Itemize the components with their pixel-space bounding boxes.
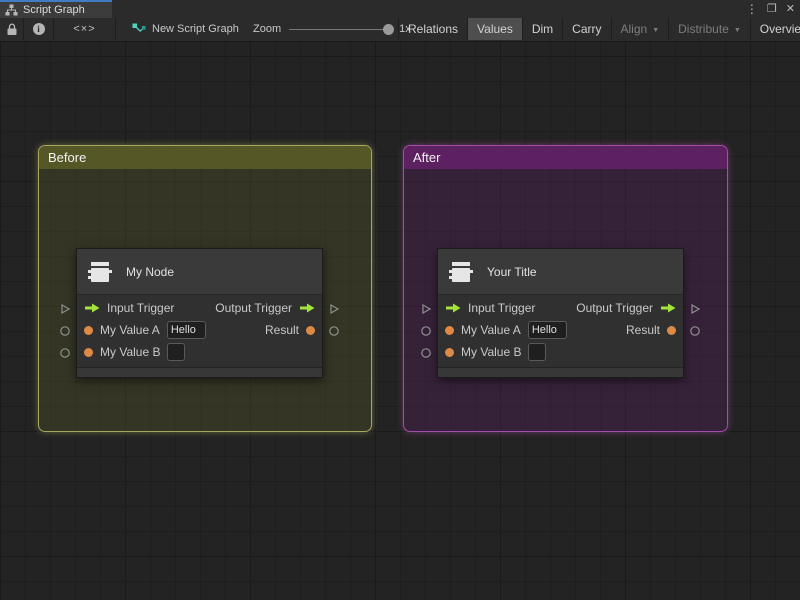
external-trigger-output-connector[interactable] — [328, 302, 340, 314]
port-label: Output Trigger — [215, 301, 292, 315]
node-footer — [77, 367, 322, 377]
external-trigger-input-connector[interactable] — [59, 302, 71, 314]
tab-script-graph[interactable]: Script Graph — [0, 0, 112, 18]
code-preview-button[interactable]: <×> — [54, 18, 116, 40]
port-row: My Value B — [438, 341, 683, 363]
node-body: Input Trigger Output Trigger My Value A — [438, 295, 683, 367]
trigger-output-port-icon[interactable] — [299, 303, 315, 313]
value-output-port-icon[interactable] — [306, 326, 315, 335]
value-input-port-icon[interactable] — [445, 348, 454, 357]
port-label: My Value A — [461, 323, 521, 337]
zoom-slider-handle[interactable] — [383, 24, 394, 35]
node-your-title[interactable]: Your Title Input Trigger Output Trigger — [437, 248, 684, 378]
port-label: Input Trigger — [468, 301, 535, 315]
zoom-slider[interactable] — [289, 29, 389, 30]
unit-icon — [448, 260, 474, 284]
node-my-node[interactable]: My Node Input Trigger Output Trigger — [76, 248, 323, 378]
close-icon[interactable]: ✕ — [786, 0, 795, 18]
node-header[interactable]: Your Title — [438, 249, 683, 295]
group-before-header[interactable]: Before — [39, 146, 371, 169]
port-row: Input Trigger Output Trigger — [77, 297, 322, 319]
group-title: After — [413, 150, 440, 165]
external-trigger-input-connector[interactable] — [420, 302, 432, 314]
port-label: Result — [265, 323, 299, 337]
trigger-input-port-icon[interactable] — [84, 303, 100, 313]
maximize-icon[interactable]: ❐ — [767, 0, 777, 18]
trigger-output-port-icon[interactable] — [660, 303, 676, 313]
external-value-output-connector[interactable] — [328, 324, 340, 336]
graph-icon — [132, 23, 146, 35]
toolbar-buttons: Relations Values Dim Carry Align ▼ Distr… — [398, 18, 800, 40]
relations-button[interactable]: Relations — [398, 18, 467, 40]
new-script-graph-label: New Script Graph — [152, 23, 239, 35]
align-button[interactable]: Align ▼ — [611, 18, 669, 40]
lock-button[interactable] — [0, 18, 24, 40]
node-title: My Node — [126, 265, 174, 279]
toolbar-left-icons: i <×> — [0, 18, 116, 40]
value-input-port-icon[interactable] — [84, 348, 93, 357]
node-header[interactable]: My Node — [77, 249, 322, 295]
port-label: Result — [626, 323, 660, 337]
script-graph-window: Script Graph ⋮ ❐ ✕ i <×> — [0, 0, 800, 600]
group-after-header[interactable]: After — [404, 146, 727, 169]
value-output-port-icon[interactable] — [667, 326, 676, 335]
value-a-input[interactable] — [528, 321, 567, 339]
graph-canvas[interactable]: Before After My Node — [0, 42, 800, 600]
external-value-output-connector[interactable] — [689, 324, 701, 336]
value-b-input[interactable] — [528, 343, 546, 361]
chevron-down-icon: ▼ — [734, 27, 741, 34]
external-value-input-connector[interactable] — [59, 324, 71, 336]
port-row: My Value B — [77, 341, 322, 363]
external-value-input-connector[interactable] — [420, 324, 432, 336]
node-footer — [438, 367, 683, 377]
value-input-port-icon[interactable] — [445, 326, 454, 335]
value-input-port-icon[interactable] — [84, 326, 93, 335]
external-trigger-output-connector[interactable] — [689, 302, 701, 314]
node-body: Input Trigger Output Trigger My Value A — [77, 295, 322, 367]
port-row: Input Trigger Output Trigger — [438, 297, 683, 319]
titlebar: Script Graph ⋮ ❐ ✕ — [0, 0, 800, 18]
port-row: My Value A Result — [77, 319, 322, 341]
window-controls: ⋮ ❐ ✕ — [746, 0, 795, 18]
values-button[interactable]: Values — [467, 18, 522, 40]
chevron-down-icon: ▼ — [652, 27, 659, 34]
info-icon: i — [33, 23, 45, 35]
lock-icon — [6, 23, 18, 36]
value-a-input[interactable] — [167, 321, 206, 339]
value-b-input[interactable] — [167, 343, 185, 361]
distribute-button[interactable]: Distribute ▼ — [668, 18, 750, 40]
align-label: Align — [621, 22, 648, 36]
external-value-input-connector[interactable] — [420, 346, 432, 358]
port-row: My Value A Result — [438, 319, 683, 341]
unit-icon — [87, 260, 113, 284]
port-label: My Value B — [100, 345, 160, 359]
dim-button[interactable]: Dim — [522, 18, 562, 40]
port-label: My Value B — [461, 345, 521, 359]
code-icon: <×> — [73, 23, 95, 35]
zoom-control: Zoom 1x — [253, 18, 411, 40]
distribute-label: Distribute — [678, 22, 729, 36]
carry-button[interactable]: Carry — [562, 18, 610, 40]
trigger-input-port-icon[interactable] — [445, 303, 461, 313]
external-value-input-connector[interactable] — [59, 346, 71, 358]
zoom-label: Zoom — [253, 23, 281, 35]
window-menu-icon[interactable]: ⋮ — [746, 0, 758, 18]
toolbar: i <×> New Script Graph Zoom 1x — [0, 18, 800, 42]
port-label: Output Trigger — [576, 301, 653, 315]
new-script-graph-button[interactable]: New Script Graph — [132, 18, 239, 40]
script-graph-tab-icon — [5, 4, 18, 16]
overview-button[interactable]: Overview — [750, 18, 800, 40]
port-label: Input Trigger — [107, 301, 174, 315]
group-title: Before — [48, 150, 86, 165]
tab-title: Script Graph — [23, 4, 85, 16]
port-label: My Value A — [100, 323, 160, 337]
inspect-button[interactable]: i — [24, 18, 54, 40]
node-title: Your Title — [487, 265, 537, 279]
